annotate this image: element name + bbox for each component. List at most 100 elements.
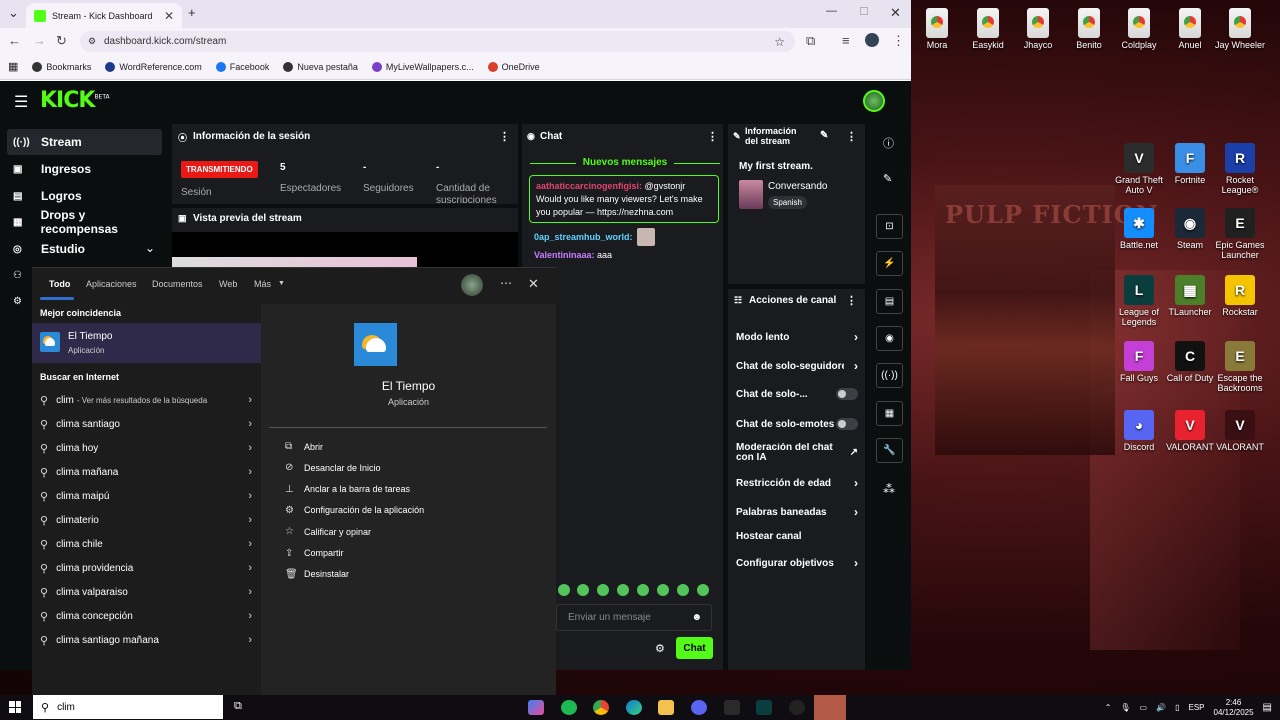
close-search-icon[interactable]: ✕ — [528, 276, 539, 292]
channel-action-item[interactable]: Chat de solo-emotes — [736, 418, 858, 430]
chrome-icon[interactable] — [593, 700, 609, 715]
obs-icon[interactable] — [789, 700, 805, 715]
chat-message-highlighted[interactable]: aathaticcarcinogenfigisi: @gvstonjr Woul… — [529, 175, 719, 223]
broadcast-icon[interactable]: ((·)) — [876, 363, 903, 388]
emote-icon[interactable] — [677, 584, 689, 596]
media-control-icon[interactable]: ≡ — [842, 33, 850, 48]
task-view-icon[interactable]: ⧉ — [234, 700, 242, 713]
volume-icon[interactable]: 🔊 — [1156, 703, 1166, 712]
channel-action-item[interactable]: Modo lento › — [736, 330, 858, 344]
microphone-icon[interactable]: 🎙 — [1120, 703, 1130, 712]
desktop-icon[interactable]: R Rocket League® — [1210, 143, 1270, 195]
account-avatar[interactable] — [461, 274, 483, 296]
tab-list-icon[interactable]: ⌄ — [8, 5, 19, 21]
layout-icon[interactable]: ▦ — [876, 401, 903, 426]
channel-action-item[interactable]: Moderación del chat con IA ↗ — [736, 443, 858, 463]
chat-icon[interactable]: ◉ — [876, 326, 903, 351]
sidebar-item-stream[interactable]: ((·)) Stream — [7, 129, 162, 155]
search-tab[interactable]: Web — [219, 279, 237, 289]
category-thumbnail[interactable] — [739, 180, 763, 209]
bookmark-item[interactable]: WordReference.com — [105, 61, 202, 72]
channel-action-item[interactable]: Chat de solo-seguidores › — [736, 359, 858, 373]
web-search-result[interactable]: ⚲ clima maipú › — [40, 486, 252, 506]
discord-taskbar-icon[interactable] — [691, 700, 707, 715]
battery-icon[interactable]: ▯ — [1175, 703, 1179, 712]
web-search-result[interactable]: ⚲ climaterio › — [40, 510, 252, 530]
epic-games-taskbar-icon[interactable] — [724, 700, 740, 715]
desktop-icon[interactable]: V VALORANT — [1210, 410, 1270, 452]
bookmark-item[interactable]: MyLiveWallpapers.c... — [371, 61, 474, 72]
search-tab[interactable]: Todo — [49, 279, 70, 289]
web-search-result[interactable]: ⚲ clima concepción › — [40, 606, 252, 626]
bookmark-star-icon[interactable]: ☆ — [774, 35, 785, 49]
emoji-icon[interactable]: ☻ — [691, 612, 702, 623]
hamburger-menu-icon[interactable]: ☰ — [14, 92, 28, 112]
browser-tab[interactable]: Stream - Kick Dashboard ✕ — [26, 3, 182, 28]
desktop-icon[interactable]: R Rockstar — [1210, 275, 1270, 317]
chat-username[interactable]: 0ap_streamhub_world: — [534, 232, 633, 242]
session-menu-icon[interactable]: ⋮ — [499, 130, 510, 143]
windows-start-icon[interactable] — [9, 701, 21, 713]
maximize-icon[interactable]: ☐ — [859, 5, 869, 18]
emote-icon[interactable] — [558, 584, 570, 596]
chat-message[interactable]: 0ap_streamhub_world: — [534, 228, 655, 246]
file-explorer-icon[interactable] — [658, 700, 674, 715]
web-search-result[interactable]: ⚲ clima santiago › — [40, 414, 252, 434]
desktop-icon[interactable]: E Epic Games Launcher — [1210, 208, 1270, 260]
web-search-result[interactable]: ⚲ clima chile › — [40, 534, 252, 554]
app-action[interactable]: ⇪ Compartir — [285, 548, 344, 559]
sidebar-item-ingresos[interactable]: ▣ Ingresos — [7, 156, 162, 182]
stream-preview-video[interactable] — [172, 232, 518, 268]
info-icon[interactable]: ⓘ — [883, 135, 894, 151]
search-result-first[interactable]: ⚲ clim - Ver más resultados de la búsque… — [40, 390, 252, 410]
close-tab-icon[interactable]: ✕ — [164, 9, 174, 23]
emote-icon[interactable] — [637, 584, 649, 596]
toggle-switch[interactable] — [836, 388, 858, 400]
channel-action-item[interactable]: Restricción de edad › — [736, 476, 858, 490]
language-indicator[interactable]: ESP — [1188, 703, 1204, 712]
sidebar-item-logros[interactable]: ▤ Logros — [7, 183, 162, 209]
minimize-icon[interactable]: — — [826, 5, 837, 17]
league-taskbar-icon[interactable] — [756, 700, 772, 715]
user-avatar[interactable] — [863, 90, 885, 112]
bookmark-item[interactable]: Bookmarks — [32, 61, 91, 72]
taskbar-search-input[interactable]: ⚲ clim — [33, 695, 223, 719]
channel-action-item[interactable]: Hostear canal — [736, 531, 858, 542]
emote-icon[interactable] — [577, 584, 589, 596]
tray-chevron-icon[interactable]: ⌃ — [1105, 703, 1112, 712]
close-window-icon[interactable]: ✕ — [890, 5, 901, 21]
extensions-icon[interactable]: ⧉ — [806, 33, 815, 49]
bookmark-item[interactable]: OneDrive — [487, 61, 540, 72]
site-info-icon[interactable]: ⚙ — [88, 36, 96, 47]
bookmark-item[interactable]: Nueva pestaña — [283, 61, 358, 72]
channel-action-item[interactable]: Configurar objetivos › — [736, 556, 858, 570]
sidebar-extra-icon[interactable]: ⚇ — [13, 270, 22, 281]
stream-info-menu-icon[interactable]: ⋮ — [846, 130, 857, 143]
app-action[interactable]: ⧉ Abrir — [285, 441, 323, 452]
desktop-icon[interactable]: Jay Wheeler — [1210, 8, 1270, 50]
web-search-result[interactable]: ⚲ clima providencia › — [40, 558, 252, 578]
emote-icon[interactable] — [617, 584, 629, 596]
chat-message-input[interactable]: Enviar un mensaje ☻ — [556, 604, 712, 631]
more-options-icon[interactable]: ⋯ — [500, 276, 512, 290]
bookmark-item[interactable]: Facebook — [215, 61, 269, 72]
url-field[interactable]: ⚙ dashboard.kick.com/stream ☆ — [80, 31, 795, 52]
screen-icon[interactable]: ⊡ — [876, 214, 903, 239]
app-action[interactable]: ⊘ Desanclar de Inicio — [285, 462, 381, 473]
chat-menu-icon[interactable]: ⋮ — [707, 130, 718, 143]
dropdown-icon[interactable]: ▼ — [278, 280, 285, 287]
search-tab[interactable]: Aplicaciones — [86, 279, 137, 289]
chat-settings-icon[interactable]: ⚙ — [655, 642, 665, 655]
web-search-result[interactable]: ⚲ clima hoy › — [40, 438, 252, 458]
emote-icon[interactable] — [697, 584, 709, 596]
toggle-switch[interactable] — [836, 418, 858, 430]
chat-username[interactable]: Valentininaaa: — [534, 250, 595, 260]
copilot-icon[interactable] — [528, 700, 544, 715]
wrench-icon[interactable]: 🔧 — [876, 438, 903, 463]
forward-icon[interactable]: → — [33, 33, 46, 48]
profile-avatar[interactable] — [865, 33, 879, 47]
new-tab-icon[interactable]: + — [188, 5, 196, 20]
document-icon[interactable]: ▤ — [876, 289, 903, 314]
kick-logo[interactable]: KICKBETA — [40, 88, 110, 113]
spotify-icon[interactable] — [561, 700, 577, 715]
